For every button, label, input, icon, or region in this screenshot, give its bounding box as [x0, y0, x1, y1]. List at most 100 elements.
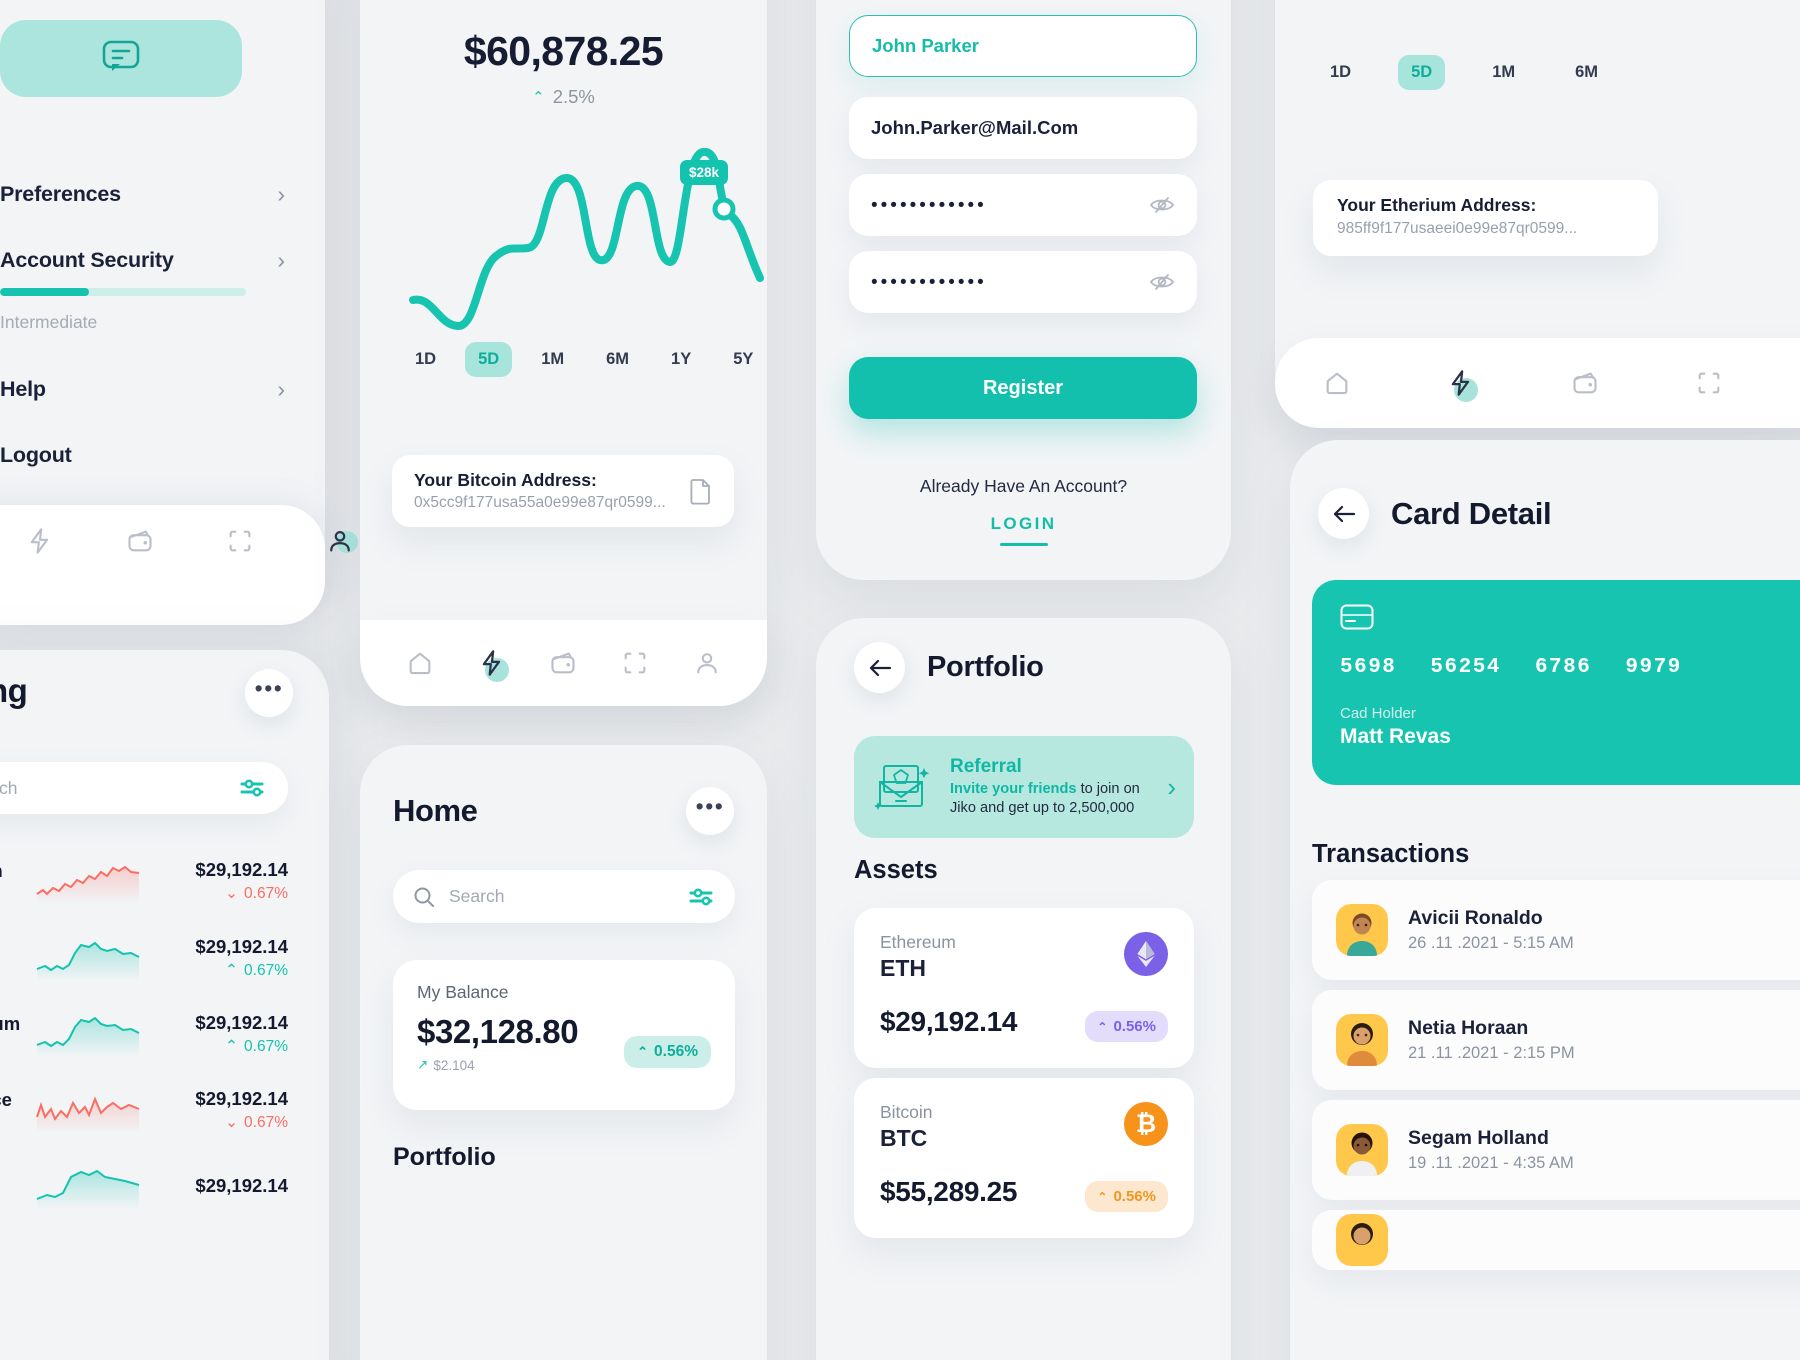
scan-icon[interactable]: [226, 527, 254, 555]
coin-price: $29,192.14: [195, 1088, 288, 1109]
range-5d[interactable]: 5D: [1398, 55, 1446, 90]
home-icon[interactable]: [406, 649, 434, 677]
list-item[interactable]: XRP $29,192.14: [0, 1150, 288, 1222]
register-screen: John Parker John.Parker@Mail.Com •••••••…: [816, 0, 1231, 580]
card-number: 5698 56254 6786 9979: [1340, 656, 1800, 679]
trend-up-icon: ↗: [417, 1057, 429, 1072]
arrow-up-icon: ⌃: [532, 89, 545, 106]
home-screen: Home ••• Search My Balance $32,128.80 ↗ …: [360, 745, 767, 1360]
sidebar-item-account-security[interactable]: Account Security ›: [0, 248, 285, 273]
wallet-icon[interactable]: [126, 527, 154, 555]
sparkline-chart: [35, 1011, 145, 1057]
home-portfolio-title: Portfolio: [393, 1143, 496, 1171]
arrow-up-icon: ⌃: [225, 962, 239, 979]
sparkline-chart: [35, 858, 145, 904]
avatar: [1336, 1124, 1388, 1176]
copy-icon[interactable]: [690, 478, 712, 505]
login-underline: [999, 543, 1048, 546]
chart-amount: $60,878.25: [463, 28, 664, 74]
range-1d[interactable]: 1D: [1317, 55, 1364, 90]
wallet-icon[interactable]: [1571, 369, 1599, 397]
card-number-group: 9979: [1625, 656, 1682, 679]
balance-label: My Balance: [417, 982, 509, 1002]
list-item[interactable]: Bitcoin BTC $29,192.14 ⌄ 0.67%: [0, 845, 288, 917]
profile-icon[interactable]: [693, 649, 721, 677]
search-input[interactable]: Search: [393, 870, 735, 923]
etherium-address-card[interactable]: Your Etherium Address: 985ff9f177usaeei0…: [1313, 180, 1658, 256]
asset-card-btc[interactable]: Bitcoin BTC $55,289.25 ₿ ⌃ 0.56%: [854, 1078, 1194, 1238]
back-button[interactable]: [1318, 488, 1369, 539]
bitcoin-address-card[interactable]: Your Bitcoin Address: 0x5cc9f177usa55a0e…: [392, 455, 734, 527]
range-1y[interactable]: 1Y: [658, 342, 704, 377]
table-row[interactable]: Netia Horaan 21 .11 .2021 - 2:15 PM: [1312, 990, 1800, 1090]
coin-name: Binance: [0, 1088, 12, 1110]
email-field[interactable]: John.Parker@Mail.Com: [849, 97, 1197, 159]
sliders-icon[interactable]: [240, 778, 266, 798]
password-field[interactable]: ••••••••••••: [849, 174, 1197, 236]
sidebar-item-preferences[interactable]: Preferences ›: [0, 182, 285, 207]
table-row[interactable]: [1312, 1210, 1800, 1270]
scan-icon[interactable]: [1695, 369, 1723, 397]
sidebar-item-label: Preferences: [0, 182, 121, 206]
range-5y[interactable]: 5Y: [720, 342, 766, 377]
profile-icon[interactable]: [326, 527, 358, 555]
home-more-button[interactable]: •••: [686, 787, 734, 835]
coin-symbol: BTC: [0, 882, 3, 903]
coin-name: Etherium: [0, 1012, 21, 1034]
bolt-icon[interactable]: [1447, 369, 1478, 402]
referral-banner[interactable]: Referral Invite your friends to join on …: [854, 736, 1194, 838]
range-5d[interactable]: 5D: [465, 342, 513, 377]
security-level-label: Intermediate: [0, 312, 98, 332]
card-detail-header: Card Detail: [1318, 488, 1552, 539]
chevron-right-icon[interactable]: ›: [1167, 772, 1176, 803]
trending-more-button[interactable]: •••: [245, 669, 293, 717]
referral-body: Invite your friends to join on Jiko and …: [950, 780, 1151, 819]
status-badge: ⌃ 0.56%: [624, 1036, 711, 1068]
sidebar-item-help[interactable]: Help ›: [0, 377, 285, 402]
list-item[interactable]: Tether USDT $29,192.14 ⌃ 0.67%: [0, 922, 288, 994]
eye-off-icon[interactable]: [1149, 272, 1175, 292]
bolt-icon[interactable]: [26, 527, 54, 555]
asset-badge: ⌃ 0.56%: [1085, 1181, 1168, 1212]
transaction-name: Avicii Ronaldo: [1408, 907, 1543, 929]
credit-card[interactable]: 5698 56254 6786 9979 Cad Holder Matt Rev…: [1312, 580, 1800, 785]
table-row[interactable]: Segam Holland 19 .11 .2021 - 4:35 AM: [1312, 1100, 1800, 1200]
list-item[interactable]: Binance BNB $29,192.14 ⌄ 0.67%: [0, 1074, 288, 1146]
range-1d[interactable]: 1D: [402, 342, 449, 377]
list-item[interactable]: Etherium ETH $29,192.14 ⌃ 0.67%: [0, 998, 288, 1070]
confirm-password-field[interactable]: ••••••••••••: [849, 251, 1197, 313]
scan-icon[interactable]: [621, 649, 649, 677]
register-button[interactable]: Register: [849, 357, 1197, 419]
eye-off-icon[interactable]: [1149, 195, 1175, 215]
sparkline-chart: [35, 1163, 145, 1209]
asset-card-eth[interactable]: Ethereum ETH $29,192.14 ⌃ 0.56%: [854, 908, 1194, 1068]
sparkline-chart: [35, 1087, 145, 1133]
email-value: John.Parker@Mail.Com: [871, 117, 1079, 138]
table-row[interactable]: Avicii Ronaldo 26 .11 .2021 - 5:15 AM: [1312, 880, 1800, 980]
card-holder-name: Matt Revas: [1340, 725, 1451, 748]
page-title: Portfolio: [927, 651, 1044, 683]
chat-support-button[interactable]: [0, 20, 242, 97]
back-button[interactable]: [854, 642, 905, 693]
sidebar-item-label: Logout: [0, 443, 72, 467]
bolt-icon[interactable]: [478, 649, 509, 682]
trending-search-input[interactable]: Search: [0, 762, 288, 814]
range-6m[interactable]: 6M: [593, 342, 642, 377]
range-1m[interactable]: 1M: [528, 342, 577, 377]
login-link[interactable]: LOGIN: [816, 514, 1231, 534]
chat-bubble-icon: [98, 38, 144, 80]
range-6m[interactable]: 6M: [1562, 55, 1611, 90]
home-icon[interactable]: [1323, 369, 1351, 397]
arrow-down-icon: ⌄: [225, 1114, 239, 1131]
transactions-title: Transactions: [1312, 840, 1470, 868]
address-value: 0x5cc9f177usa55a0e99e87qr0599...: [414, 494, 666, 511]
wallet-icon[interactable]: [549, 649, 577, 677]
card-number-group: 56254: [1430, 656, 1501, 679]
chart-point-badge: $28k: [680, 160, 729, 185]
name-field[interactable]: John Parker: [849, 15, 1197, 77]
arrow-up-icon: ⌃: [225, 1038, 239, 1055]
sliders-icon[interactable]: [689, 887, 715, 907]
sidebar-item-logout[interactable]: Logout: [0, 443, 285, 468]
search-placeholder: Search: [0, 777, 18, 798]
range-1m[interactable]: 1M: [1479, 55, 1528, 90]
